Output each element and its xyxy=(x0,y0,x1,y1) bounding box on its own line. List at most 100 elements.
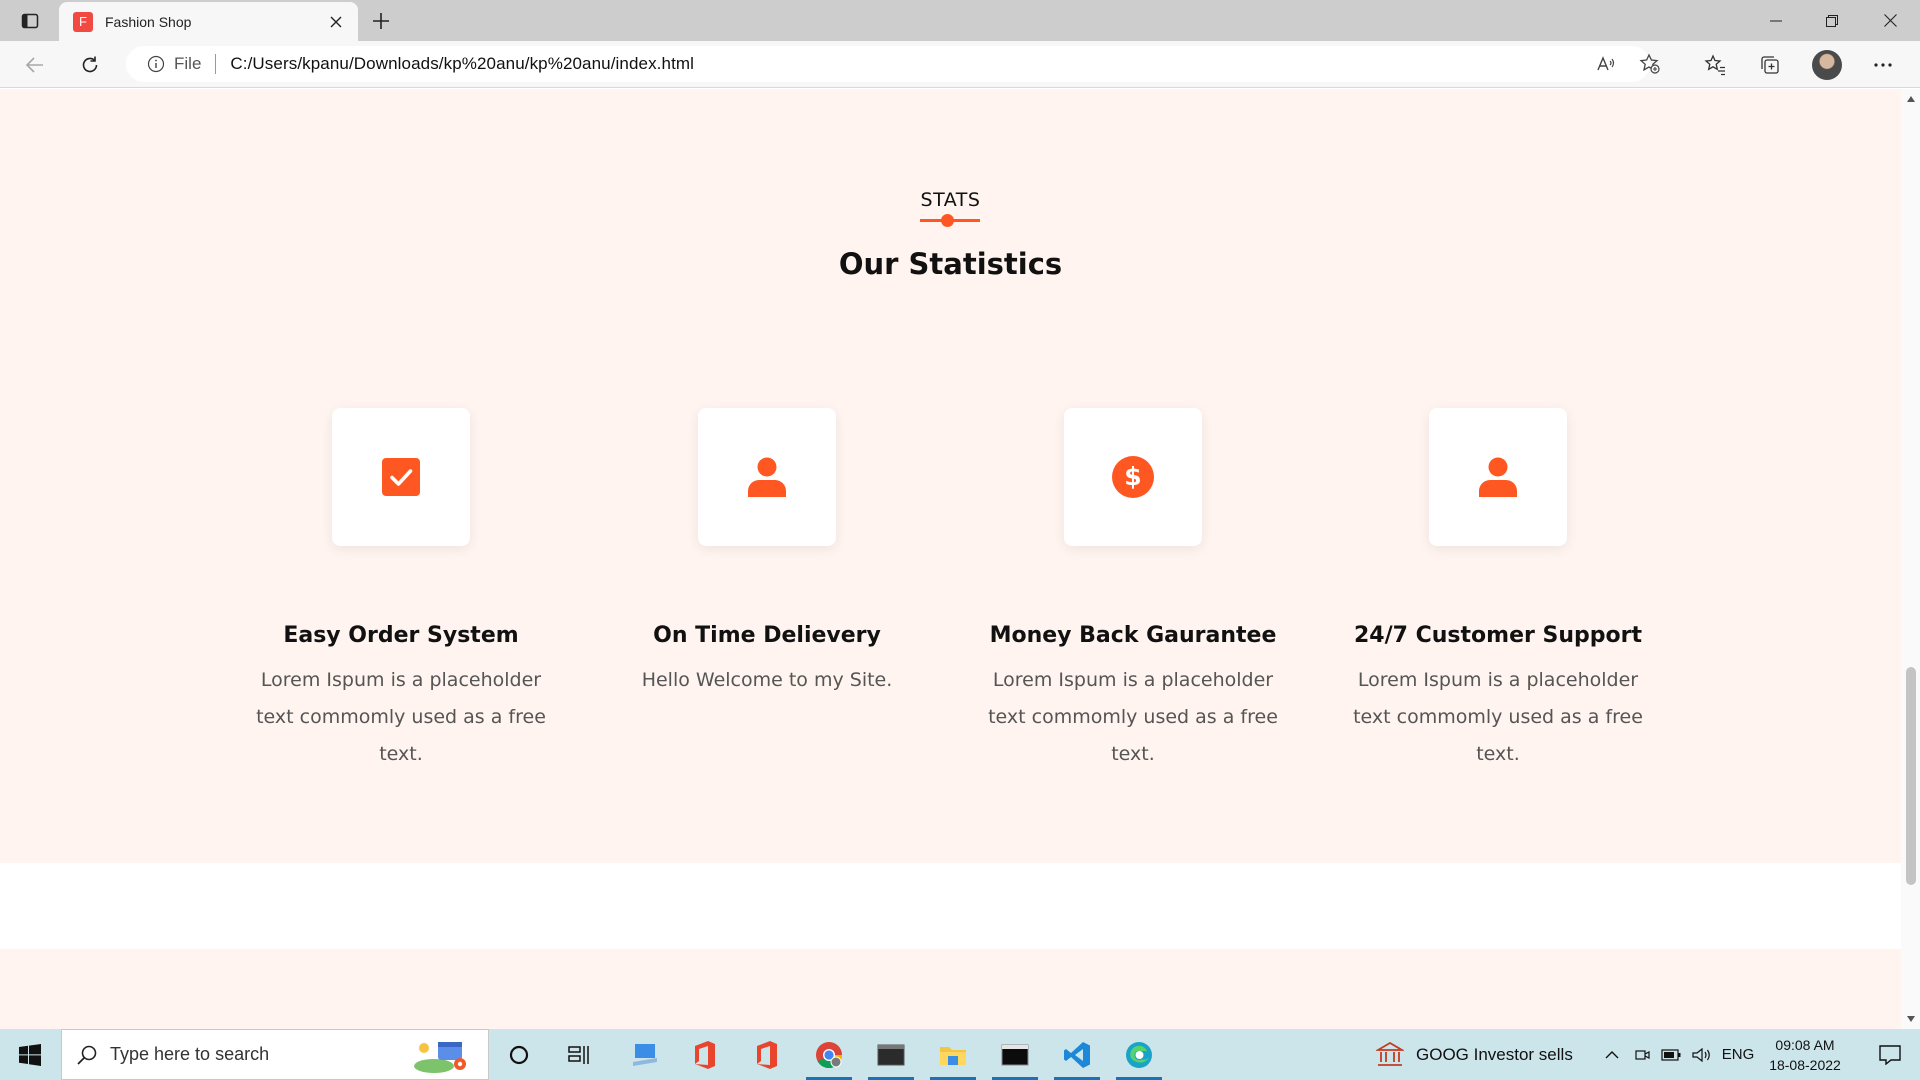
vscode-icon xyxy=(1064,1041,1090,1068)
avatar xyxy=(1812,50,1842,80)
chrome-icon xyxy=(816,1041,843,1068)
show-hidden-icons-button[interactable] xyxy=(1598,1029,1626,1080)
input-language-indicator[interactable]: ENG xyxy=(1720,1029,1756,1080)
file-transfer-icon xyxy=(633,1043,657,1066)
taskbar-app-vscode[interactable] xyxy=(1048,1029,1106,1080)
feature-description: Hello Welcome to my Site. xyxy=(641,669,893,691)
feature-icon-box xyxy=(332,408,470,546)
checkbox-icon xyxy=(382,458,420,496)
taskbar-app-command-prompt[interactable] xyxy=(986,1029,1044,1080)
cortana-button[interactable] xyxy=(490,1029,548,1080)
feature-title: On Time Delievery xyxy=(653,623,881,648)
favorites-button[interactable] xyxy=(1697,47,1733,83)
close-icon xyxy=(330,16,342,27)
close-window-button[interactable] xyxy=(1862,0,1918,41)
taskbar-app-file-explorer[interactable] xyxy=(924,1029,982,1080)
settings-menu-button[interactable] xyxy=(1865,47,1901,83)
collections-icon xyxy=(1761,56,1779,74)
address-scheme-label: File xyxy=(174,54,202,73)
windows-taskbar: Type here to search GOOG Investor sells xyxy=(0,1029,1920,1080)
battery-icon[interactable] xyxy=(1658,1029,1684,1080)
triangle-down-icon xyxy=(1906,1016,1915,1022)
address-bar[interactable]: File C:/Users/kpanu/Downloads/kp%20anu/k… xyxy=(126,46,1660,82)
favorites-icon xyxy=(1704,54,1725,76)
minimize-button[interactable] xyxy=(1748,0,1804,41)
site-favicon-icon: F xyxy=(73,11,93,32)
new-tab-button[interactable] xyxy=(366,6,396,36)
tab-actions-icon xyxy=(21,13,39,29)
feature-description: Lorem Ispum is a placeholder text commom… xyxy=(988,669,1278,765)
page-scrollbar[interactable] xyxy=(1901,89,1920,1029)
edge-icon xyxy=(1126,1041,1152,1068)
plus-icon xyxy=(373,13,389,29)
feature-description: Lorem Ispum is a placeholder text commom… xyxy=(256,669,546,765)
back-button[interactable] xyxy=(17,47,53,83)
read-aloud-button[interactable] xyxy=(1588,46,1624,82)
taskbar-clock[interactable]: 09:08 AM 18-08-2022 xyxy=(1760,1035,1850,1075)
browser-tab-strip: F Fashion Shop xyxy=(0,0,1920,41)
news-widget[interactable]: GOOG Investor sells xyxy=(1376,1029,1573,1080)
taskbar-app-file-transfer[interactable] xyxy=(616,1029,674,1080)
taskbar-app-edge[interactable] xyxy=(1110,1029,1168,1080)
next-section xyxy=(0,949,1901,1029)
close-icon xyxy=(1883,14,1897,27)
address-url[interactable]: C:/Users/kpanu/Downloads/kp%20anu/kp%20a… xyxy=(230,54,694,74)
notification-center-button[interactable] xyxy=(1862,1029,1918,1080)
search-highlight-icon xyxy=(414,1042,466,1073)
read-aloud-icon xyxy=(1597,56,1615,71)
scroll-up-button[interactable] xyxy=(1901,91,1920,107)
bank-icon xyxy=(1376,1041,1404,1066)
profile-button[interactable] xyxy=(1809,47,1845,83)
feature-on-time-delivery: On Time Delievery Hello Welcome to my Si… xyxy=(597,408,937,699)
start-button[interactable] xyxy=(0,1029,60,1080)
section-tag: STATS xyxy=(920,189,981,211)
taskbar-search-box[interactable]: Type here to search xyxy=(61,1029,489,1080)
feature-icon-box xyxy=(1429,408,1567,546)
tab-title: Fashion Shop xyxy=(105,13,192,30)
tab-fashion-shop[interactable]: F Fashion Shop xyxy=(59,2,358,41)
cortana-circle-icon xyxy=(509,1045,529,1064)
triangle-up-icon xyxy=(1906,96,1915,102)
folder-icon xyxy=(940,1046,966,1065)
search-placeholder: Type here to search xyxy=(110,1044,270,1064)
task-view-button[interactable] xyxy=(550,1029,608,1080)
taskbar-app-chrome[interactable] xyxy=(800,1029,858,1080)
restore-icon xyxy=(1826,14,1838,27)
add-favorite-button[interactable] xyxy=(1632,46,1668,82)
restore-button[interactable] xyxy=(1804,0,1860,41)
back-arrow-icon xyxy=(25,57,43,73)
feature-description: Lorem Ispum is a placeholder text commom… xyxy=(1353,669,1643,765)
refresh-icon xyxy=(82,56,98,73)
scroll-thumb[interactable] xyxy=(1906,667,1916,885)
taskbar-app-terminal[interactable] xyxy=(862,1029,920,1080)
window-app-icon xyxy=(877,1044,905,1065)
office-icon xyxy=(695,1040,715,1069)
feature-icon-box xyxy=(698,408,836,546)
tab-actions-button[interactable] xyxy=(14,7,46,35)
collections-button[interactable] xyxy=(1752,47,1788,83)
feature-customer-support: 24/7 Customer Support Lorem Ispum is a p… xyxy=(1328,408,1668,773)
stats-section: STATS Our Statistics Easy Order System L… xyxy=(0,89,1901,863)
chevron-up-icon xyxy=(1605,1050,1619,1058)
info-icon[interactable] xyxy=(146,54,166,74)
tab-close-button[interactable] xyxy=(322,8,350,36)
tag-underline-dot xyxy=(941,214,954,227)
feature-title: 24/7 Customer Support xyxy=(1354,623,1642,648)
feature-easy-order: Easy Order System Lorem Ispum is a place… xyxy=(231,408,571,773)
news-ticker-text: GOOG Investor sells xyxy=(1416,1044,1573,1064)
taskbar-app-office[interactable] xyxy=(676,1029,734,1080)
section-title: Our Statistics xyxy=(838,247,1063,281)
address-separator xyxy=(215,54,217,74)
feature-money-back: $ Money Back Gaurantee Lorem Ispum is a … xyxy=(963,408,1303,773)
minimize-icon xyxy=(1770,20,1782,21)
star-add-icon xyxy=(1639,53,1660,74)
terminal-icon xyxy=(1001,1044,1029,1065)
volume-icon[interactable] xyxy=(1688,1029,1714,1080)
feature-title: Money Back Gaurantee xyxy=(989,623,1277,648)
taskbar-app-office-2[interactable] xyxy=(738,1029,796,1080)
user-icon xyxy=(748,457,786,497)
refresh-button[interactable] xyxy=(72,47,108,83)
more-dots-icon xyxy=(1874,63,1892,67)
meet-now-icon[interactable] xyxy=(1630,1029,1654,1080)
scroll-down-button[interactable] xyxy=(1901,1011,1920,1027)
